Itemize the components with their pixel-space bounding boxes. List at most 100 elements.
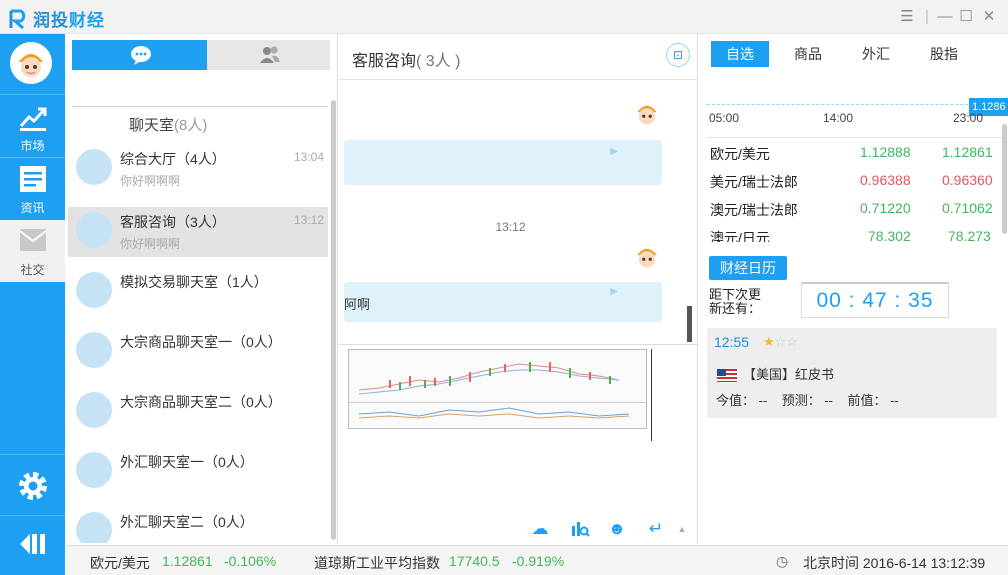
- tab-forex[interactable]: 外汇: [847, 41, 905, 67]
- room-name: 模拟交易聊天室（1人）: [120, 274, 268, 290]
- chat-panel: 客服咨询( 3人 ) ⊡ ▶ 13:12 阿啊 ▶ ☁ ☻ ↵ ▲: [339, 34, 698, 544]
- countdown-value: 00 : 47 : 35: [816, 289, 934, 312]
- nav-separator: [0, 94, 65, 95]
- quote-ask: 78.273: [948, 228, 991, 242]
- tab-indices[interactable]: 股指: [915, 41, 973, 67]
- mini-chart-tick: 14:00: [823, 111, 854, 125]
- market-panel: 自选 商品 外汇 股指 1.1286 05:00 14:00 23:00 欧元/…: [699, 34, 1008, 544]
- event-title: 【美国】红皮书: [717, 364, 834, 383]
- chat-bubble-icon: [131, 46, 151, 65]
- compose-area[interactable]: ☁ ☻ ↵ ▲: [339, 344, 698, 544]
- room-item[interactable]: 客服咨询（3人） 13:12 你好啊啊啊: [68, 207, 328, 257]
- quote-row[interactable]: 欧元/美元 1.12888 1.12861: [710, 138, 1002, 166]
- room-item[interactable]: 大宗商品聊天室二（0人）: [68, 387, 328, 437]
- chat-title: 客服咨询( 3人 ): [352, 47, 460, 71]
- cloud-upload-icon[interactable]: ☁: [529, 518, 551, 540]
- maximize-icon[interactable]: ☐: [957, 8, 975, 26]
- tab-contacts[interactable]: [207, 40, 330, 70]
- room-item[interactable]: 外汇聊天室二（0人）: [68, 507, 328, 543]
- star-empty-icon: ☆☆: [774, 334, 798, 349]
- list-divider: [72, 106, 328, 107]
- chat-header: 客服咨询( 3人 ) ⊡: [339, 34, 698, 80]
- message-bubble: 阿啊 ▶: [344, 282, 662, 322]
- text-cursor: [651, 349, 652, 441]
- room-name: 大宗商品聊天室二（0人）: [120, 394, 282, 410]
- close-icon[interactable]: ✕: [980, 8, 998, 26]
- exit-button[interactable]: [0, 518, 65, 574]
- mini-chart-tick: 23:00: [953, 111, 984, 125]
- countdown-label: 距下次更 新还有：: [709, 288, 761, 316]
- room-avatar-icon: [76, 272, 112, 308]
- logo-text-b: 财经: [69, 11, 105, 30]
- quote-name: 欧元/美元: [710, 146, 770, 162]
- quote-scrollbar[interactable]: [1002, 124, 1007, 234]
- room-name: 大宗商品聊天室一（0人）: [120, 334, 282, 350]
- status-bar: 欧元/美元 1.12861 -0.106% 道琼斯工业平均指数 17740.5 …: [66, 545, 1008, 575]
- room-avatar-icon: [76, 149, 112, 185]
- tab-chat[interactable]: [72, 40, 207, 70]
- settings-button[interactable]: [0, 458, 65, 514]
- message-text: 阿啊: [344, 297, 371, 312]
- chat-scrollbar[interactable]: [687, 306, 692, 342]
- nav-social-label: 社交: [20, 263, 45, 277]
- room-name: 综合大厅（4人）: [120, 151, 226, 167]
- tab-commodities[interactable]: 商品: [779, 41, 837, 67]
- event-previous: 前值： --: [847, 393, 899, 408]
- room-list-count: (8人): [174, 117, 208, 134]
- pasted-chart-image: [348, 349, 647, 429]
- event-forecast: 预测： --: [781, 393, 834, 408]
- logo-r-icon: [8, 8, 30, 30]
- nav-social[interactable]: 社交: [0, 220, 65, 282]
- left-nav: 市场 资讯 社交: [0, 34, 65, 575]
- nav-news-label: 资讯: [20, 201, 45, 215]
- room-item[interactable]: 大宗商品聊天室一（0人）: [68, 327, 328, 377]
- financial-calendar-button[interactable]: 财经日历: [709, 256, 787, 280]
- quote-name: 澳元/瑞士法郎: [710, 202, 798, 218]
- nav-market[interactable]: 市场: [0, 96, 65, 158]
- room-item[interactable]: 综合大厅（4人） 13:04 你好啊啊啊: [68, 144, 328, 194]
- room-list-title-text: 聊天室: [129, 117, 175, 134]
- ticker-2-change: -0.919%: [512, 553, 565, 569]
- room-list-scrollbar[interactable]: [331, 100, 336, 540]
- quote-row[interactable]: 澳元/瑞士法郎 0.71220 0.71062: [710, 194, 1002, 222]
- beijing-time: 北京时间 2016-6-14 13:12:39: [803, 555, 986, 571]
- send-options-icon[interactable]: ▲: [671, 518, 693, 540]
- gear-icon: [18, 472, 47, 500]
- message-bubble: ▶: [344, 140, 662, 185]
- nav-market-label: 市场: [20, 139, 45, 153]
- title-separator: |: [925, 8, 929, 25]
- chat-member-count: ( 3人 ): [416, 53, 461, 70]
- calendar-event-card[interactable]: 12:55 ★☆☆ 【美国】红皮书 今值： -- 预测： -- 前值： --: [707, 328, 997, 418]
- emoji-icon[interactable]: ☻: [606, 518, 628, 540]
- event-values: 今值： -- 预测： -- 前值： --: [716, 390, 899, 409]
- document-icon: [19, 166, 46, 192]
- ticker-2-price: 17740.5: [449, 553, 500, 569]
- countdown-timer: 00 : 47 : 35: [801, 282, 949, 318]
- expand-panel-button[interactable]: ⊡: [666, 43, 690, 67]
- star-filled-icon: ★: [763, 334, 775, 349]
- room-name: 客服咨询（3人）: [120, 214, 226, 230]
- mini-chart-tick: 05:00: [709, 111, 740, 125]
- room-item[interactable]: 外汇聊天室一（0人）: [68, 447, 328, 497]
- room-avatar-icon: [76, 212, 112, 248]
- avatar[interactable]: [10, 42, 52, 84]
- event-current: 今值： --: [716, 393, 768, 408]
- nav-separator: [0, 454, 65, 455]
- message-time-divider: 13:12: [495, 220, 526, 234]
- send-icon[interactable]: ↵: [645, 518, 667, 540]
- chart-search-icon[interactable]: [569, 518, 591, 540]
- quote-row[interactable]: 澳元/日元 78.302 78.273: [710, 222, 1002, 242]
- tab-watchlist[interactable]: 自选: [711, 41, 769, 67]
- chat-title-text: 客服咨询: [352, 53, 417, 70]
- nav-news[interactable]: 资讯: [0, 158, 65, 220]
- quote-row[interactable]: 美元/瑞士法郎 0.96388 0.96360: [710, 166, 1002, 194]
- quote-name: 澳元/日元: [710, 230, 770, 242]
- ticker-1-name: 欧元/美元: [90, 555, 150, 571]
- exit-arrow-icon: [19, 534, 45, 554]
- sender-avatar: [630, 239, 664, 273]
- quote-bid: 78.302: [868, 228, 911, 242]
- room-item[interactable]: 模拟交易聊天室（1人）: [68, 267, 328, 317]
- minimize-icon[interactable]: —: [936, 8, 954, 26]
- countdown-label-line2: 新还有：: [709, 301, 762, 316]
- list-icon[interactable]: ☰: [898, 8, 916, 26]
